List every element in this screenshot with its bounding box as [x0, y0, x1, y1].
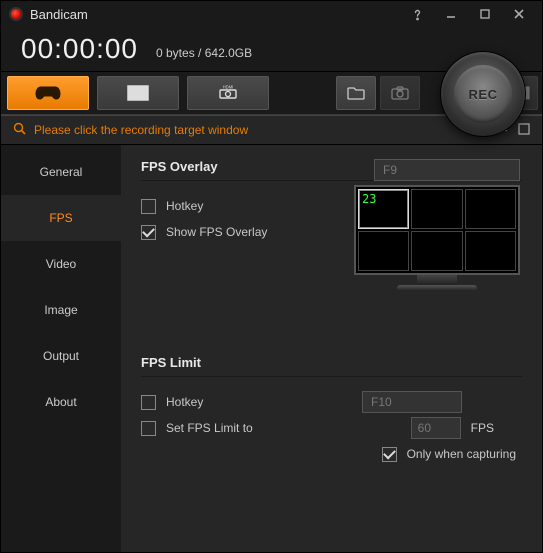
record-timer: 00:00:00 [21, 33, 138, 65]
fps-limit-hotkey-field[interactable]: F10 [362, 391, 462, 413]
tab-fps[interactable]: FPS [1, 195, 121, 241]
show-fps-overlay-checkbox[interactable] [141, 225, 156, 240]
fps-pos-top-left[interactable]: 23 [358, 189, 409, 229]
file-size-info: 0 bytes / 642.0GB [156, 46, 252, 65]
show-fps-overlay-label: Show FPS Overlay [166, 225, 267, 239]
mode-device[interactable]: HDMI [187, 76, 269, 110]
set-fps-limit-checkbox[interactable] [141, 421, 156, 436]
help-button[interactable] [400, 4, 434, 24]
maximize-button[interactable] [468, 4, 502, 24]
mode-game[interactable] [7, 76, 89, 110]
svg-text:HDMI: HDMI [223, 85, 234, 90]
fps-limit-title: FPS Limit [141, 355, 522, 370]
app-title: Bandicam [30, 7, 400, 22]
close-button[interactable] [502, 4, 536, 24]
record-button[interactable]: REC [440, 51, 526, 137]
set-fps-limit-label: Set FPS Limit to [166, 421, 253, 435]
only-when-capturing-checkbox[interactable] [382, 447, 397, 462]
only-when-capturing-label: Only when capturing [407, 447, 516, 461]
mode-screen[interactable] [97, 76, 179, 110]
minimize-button[interactable] [434, 4, 468, 24]
fps-limit-value-field[interactable]: 60 [411, 417, 461, 439]
open-folder-button[interactable] [336, 76, 376, 110]
tab-image[interactable]: Image [1, 287, 121, 333]
search-icon [13, 122, 26, 138]
fps-overlay-hotkey-field[interactable]: F9 [374, 159, 520, 181]
app-icon [9, 7, 23, 21]
fps-pos-top-center[interactable] [411, 189, 462, 229]
fps-pos-bottom-right[interactable] [465, 231, 516, 271]
target-message-text: Please click the recording target window [34, 123, 248, 137]
fps-pos-top-right[interactable] [465, 189, 516, 229]
screenshot-button[interactable] [380, 76, 420, 110]
tab-output[interactable]: Output [1, 333, 121, 379]
fps-pos-bottom-center[interactable] [411, 231, 462, 271]
fps-limit-hotkey-label: Hotkey [166, 395, 203, 409]
titlebar: Bandicam [1, 1, 542, 27]
fps-limit-unit: FPS [471, 421, 494, 435]
fps-overlay-hotkey-checkbox[interactable] [141, 199, 156, 214]
settings-content: FPS Overlay Hotkey Show FPS Overlay F9 2… [121, 145, 542, 552]
fps-pos-bottom-left[interactable] [358, 231, 409, 271]
tab-general[interactable]: General [1, 149, 121, 195]
tab-video[interactable]: Video [1, 241, 121, 287]
main-area: General FPS Video Image Output About FPS… [1, 145, 542, 552]
settings-sidebar: General FPS Video Image Output About [1, 145, 121, 552]
tab-about[interactable]: About [1, 379, 121, 425]
fps-position-preview[interactable]: 23 [354, 185, 520, 291]
fps-overlay-hotkey-label: Hotkey [166, 199, 203, 213]
timer-row: 00:00:00 0 bytes / 642.0GB REC [1, 27, 542, 71]
record-button-label: REC [469, 87, 498, 102]
fps-limit-hotkey-checkbox[interactable] [141, 395, 156, 410]
